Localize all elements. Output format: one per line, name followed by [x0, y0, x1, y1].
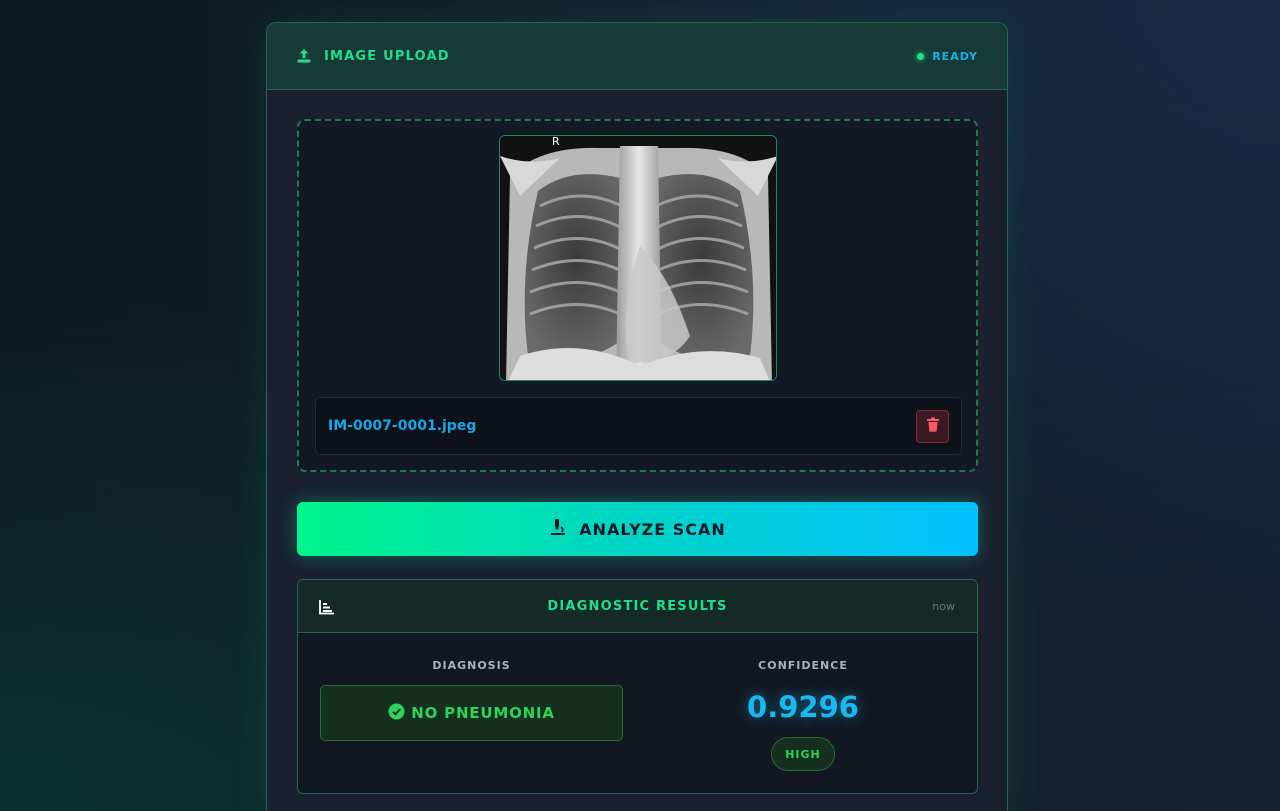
file-info-row: IM-0007-0001.jpeg — [315, 397, 962, 455]
results-timestamp: now — [932, 600, 955, 613]
confidence-label: CONFIDENCE — [758, 659, 848, 672]
panel-title: IMAGE UPLOAD — [324, 48, 450, 64]
diagnosis-result: NO PNEUMONIA — [320, 685, 623, 741]
results-header: DIAGNOSTIC RESULTS now — [298, 580, 977, 633]
image-dropzone[interactable]: R IM-0007-0001.jpeg — [297, 119, 978, 472]
diagnosis-label: DIAGNOSIS — [432, 659, 511, 672]
file-name: IM-0007-0001.jpeg — [328, 418, 477, 434]
diagnosis-value: NO PNEUMONIA — [411, 704, 555, 722]
confidence-value: 0.9296 — [747, 690, 859, 724]
results-title: DIAGNOSTIC RESULTS — [547, 599, 728, 614]
confidence-level: HIGH — [785, 747, 821, 761]
analyze-scan-button[interactable]: ANALYZE SCAN — [297, 502, 978, 556]
status-text: READY — [932, 50, 978, 63]
xray-image-preview: R — [499, 135, 777, 381]
delete-file-button[interactable] — [916, 410, 949, 443]
diagnostic-results-card: DIAGNOSTIC RESULTS now DIAGNOSIS NO PNEU… — [297, 579, 978, 794]
trash-icon — [926, 417, 940, 436]
panel-header: IMAGE UPLOAD READY — [267, 23, 1007, 90]
analyze-scan-label: ANALYZE SCAN — [579, 519, 726, 539]
check-circle-icon — [388, 703, 405, 724]
xray-marker: R — [552, 136, 560, 148]
upload-panel: IMAGE UPLOAD READY R IM-0007-0001.jpeg A… — [266, 22, 1008, 811]
upload-icon — [296, 48, 312, 64]
confidence-level-badge: HIGH — [771, 737, 835, 771]
status-dot-icon — [917, 53, 925, 60]
status-indicator: READY — [917, 50, 978, 63]
microscope-icon — [549, 518, 567, 540]
